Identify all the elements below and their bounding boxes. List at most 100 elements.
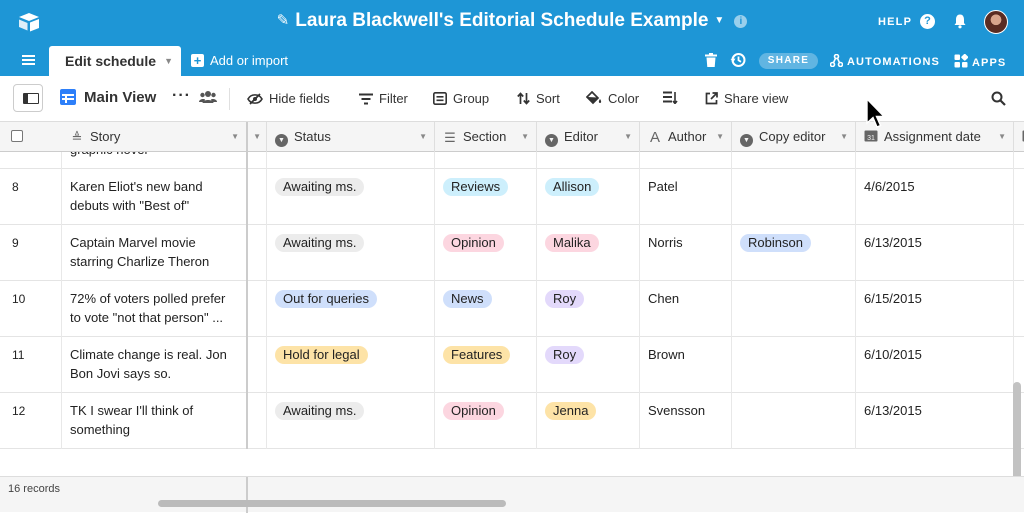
chevron-down-icon[interactable]: ▼ bbox=[231, 132, 239, 141]
status-cell[interactable]: Hold for legal bbox=[267, 337, 435, 393]
status-cell[interactable]: Out for queries bbox=[267, 281, 435, 337]
table-row[interactable]: 9Captain Marvel movie starring Charlize … bbox=[0, 225, 1024, 281]
row-number-cell[interactable]: 9 bbox=[0, 225, 62, 281]
column-header-author[interactable]: AAuthor ▼ bbox=[640, 122, 732, 152]
author-cell[interactable]: Norris bbox=[640, 225, 732, 281]
author-cell[interactable]: Svensson bbox=[640, 393, 732, 449]
section-cell[interactable]: News bbox=[435, 281, 537, 337]
editor-cell[interactable]: Roy bbox=[537, 281, 640, 337]
table-row[interactable]: 12TK I swear I'll think of something Awai… bbox=[0, 393, 1024, 449]
copy-editor-cell[interactable] bbox=[732, 281, 856, 337]
multi-select-icon: ☰ bbox=[443, 130, 457, 146]
editor-cell[interactable]: Allison bbox=[537, 169, 640, 225]
chevron-down-icon[interactable]: ▼ bbox=[998, 132, 1006, 141]
share-view-button[interactable]: Share view bbox=[705, 91, 788, 106]
section-cell[interactable]: Features bbox=[435, 337, 537, 393]
horizontal-scrollbar[interactable] bbox=[158, 500, 506, 507]
author-cell[interactable]: Chen bbox=[640, 281, 732, 337]
editor-cell[interactable]: Jenna bbox=[537, 393, 640, 449]
chevron-down-icon[interactable]: ▼ bbox=[840, 132, 848, 141]
table-row[interactable]: 1072% of voters polled prefer to vote "n… bbox=[0, 281, 1024, 337]
story-title: Karen Eliot's new band debuts with "Best… bbox=[70, 177, 238, 215]
column-header-copy-editor[interactable]: ▼Copy editor ▼ bbox=[732, 122, 856, 152]
section-cell[interactable]: Opinion bbox=[435, 225, 537, 281]
sort-button[interactable]: Sort bbox=[517, 91, 560, 106]
trash-icon[interactable] bbox=[705, 53, 717, 67]
column-header-editor[interactable]: ▼Editor ▼ bbox=[537, 122, 640, 152]
automations-button[interactable]: AUTOMATIONS bbox=[830, 54, 940, 68]
author-cell[interactable]: Patel bbox=[640, 169, 732, 225]
story-cell[interactable]: Karen Eliot's new band debuts with "Best… bbox=[62, 169, 248, 225]
story-cell[interactable]: Climate change is real. Jon Bon Jovi say… bbox=[62, 337, 248, 393]
copy-editor-cell[interactable] bbox=[732, 169, 856, 225]
status-cell[interactable]: Awaiting ms. bbox=[267, 225, 435, 281]
calendar-icon: 31 bbox=[864, 129, 878, 142]
row-number-cell[interactable]: 10 bbox=[0, 281, 62, 337]
column-header-overflow bbox=[1014, 122, 1024, 152]
collaborators-button[interactable] bbox=[199, 90, 217, 107]
help-icon[interactable]: ? bbox=[920, 14, 935, 29]
assignment-date-cell[interactable]: 4/6/2015 bbox=[856, 169, 1014, 225]
hide-fields-button[interactable]: Hide fields bbox=[247, 91, 330, 106]
chevron-down-icon[interactable]: ▼ bbox=[419, 132, 427, 141]
select-pill: Robinson bbox=[740, 234, 811, 252]
editor-cell[interactable]: Malika bbox=[537, 225, 640, 281]
info-icon[interactable]: i bbox=[734, 15, 747, 28]
apps-button[interactable]: APPS bbox=[954, 54, 1006, 69]
section-cell[interactable]: Opinion bbox=[435, 393, 537, 449]
bell-icon[interactable] bbox=[952, 13, 968, 29]
editor-cell[interactable]: Roy bbox=[537, 337, 640, 393]
more-options-icon[interactable]: ··· bbox=[172, 87, 191, 105]
row-number-cell[interactable]: 12 bbox=[0, 393, 62, 449]
share-button[interactable]: SHARE bbox=[759, 53, 818, 69]
assignment-date-cell[interactable]: 6/10/2015 bbox=[856, 337, 1014, 393]
status-cell[interactable]: Awaiting ms. bbox=[267, 169, 435, 225]
table-row[interactable]: 11Climate change is real. Jon Bon Jovi s… bbox=[0, 337, 1024, 393]
column-header-story[interactable]: ≜Story ▼ bbox=[62, 122, 248, 152]
add-or-import-button[interactable]: +Add or import bbox=[191, 53, 288, 68]
assignment-date-cell[interactable]: 6/13/2015 bbox=[856, 225, 1014, 281]
section-cell[interactable]: Reviews bbox=[435, 169, 537, 225]
sidebar-toggle-button[interactable] bbox=[13, 84, 43, 112]
table-row[interactable]: 8Karen Eliot's new band debuts with "Bes… bbox=[0, 169, 1024, 225]
column-label: Status bbox=[294, 129, 331, 144]
filter-button[interactable]: Filter bbox=[359, 91, 408, 106]
row-number-cell[interactable]: 11 bbox=[0, 337, 62, 393]
assignment-date-cell[interactable]: 6/13/2015 bbox=[856, 393, 1014, 449]
select-all-checkbox[interactable] bbox=[11, 130, 23, 142]
chevron-down-icon[interactable]: ▼ bbox=[164, 56, 173, 66]
story-cell[interactable]: Captain Marvel movie starring Charlize T… bbox=[62, 225, 248, 281]
story-cell[interactable]: 72% of voters polled prefer to vote "not… bbox=[62, 281, 248, 337]
story-cell[interactable]: TK I swear I'll think of something bbox=[62, 393, 248, 449]
select-pill: Features bbox=[443, 346, 510, 364]
chevron-down-icon[interactable]: ▼ bbox=[253, 132, 261, 141]
avatar[interactable] bbox=[984, 10, 1008, 34]
copy-editor-cell[interactable] bbox=[732, 393, 856, 449]
row-height-button[interactable] bbox=[663, 91, 678, 107]
view-switcher[interactable]: Main View bbox=[60, 89, 156, 106]
column-header-status[interactable]: ▼Status ▼ bbox=[267, 122, 435, 152]
color-button[interactable]: Color bbox=[586, 91, 639, 106]
text-field-icon: A bbox=[648, 129, 662, 146]
status-cell[interactable]: Awaiting ms. bbox=[267, 393, 435, 449]
copy-editor-cell[interactable]: Robinson bbox=[732, 225, 856, 281]
vertical-scrollbar[interactable] bbox=[1013, 382, 1021, 476]
column-label: Editor bbox=[564, 129, 598, 144]
tab-edit-schedule[interactable]: Edit schedule ▼ bbox=[49, 46, 181, 76]
row-number-cell[interactable]: 8 bbox=[0, 169, 62, 225]
chevron-down-icon[interactable]: ▼ bbox=[716, 132, 724, 141]
column-header-section[interactable]: ☰Section ▼ bbox=[435, 122, 537, 152]
chevron-down-icon[interactable]: ▼ bbox=[624, 132, 632, 141]
help-label[interactable]: HELP bbox=[878, 16, 912, 28]
assignment-date-cell[interactable]: 6/15/2015 bbox=[856, 281, 1014, 337]
add-or-import-label: Add or import bbox=[210, 53, 288, 68]
chevron-down-icon[interactable]: ▼ bbox=[521, 132, 529, 141]
select-pill: Jenna bbox=[545, 402, 596, 420]
group-button[interactable]: Group bbox=[433, 91, 489, 106]
menu-icon[interactable] bbox=[22, 55, 35, 65]
search-icon[interactable] bbox=[991, 91, 1006, 106]
author-cell[interactable]: Brown bbox=[640, 337, 732, 393]
history-icon[interactable] bbox=[730, 52, 746, 68]
copy-editor-cell[interactable] bbox=[732, 337, 856, 393]
base-title[interactable]: ✎Laura Blackwell's Editorial Schedule Ex… bbox=[0, 10, 1024, 32]
